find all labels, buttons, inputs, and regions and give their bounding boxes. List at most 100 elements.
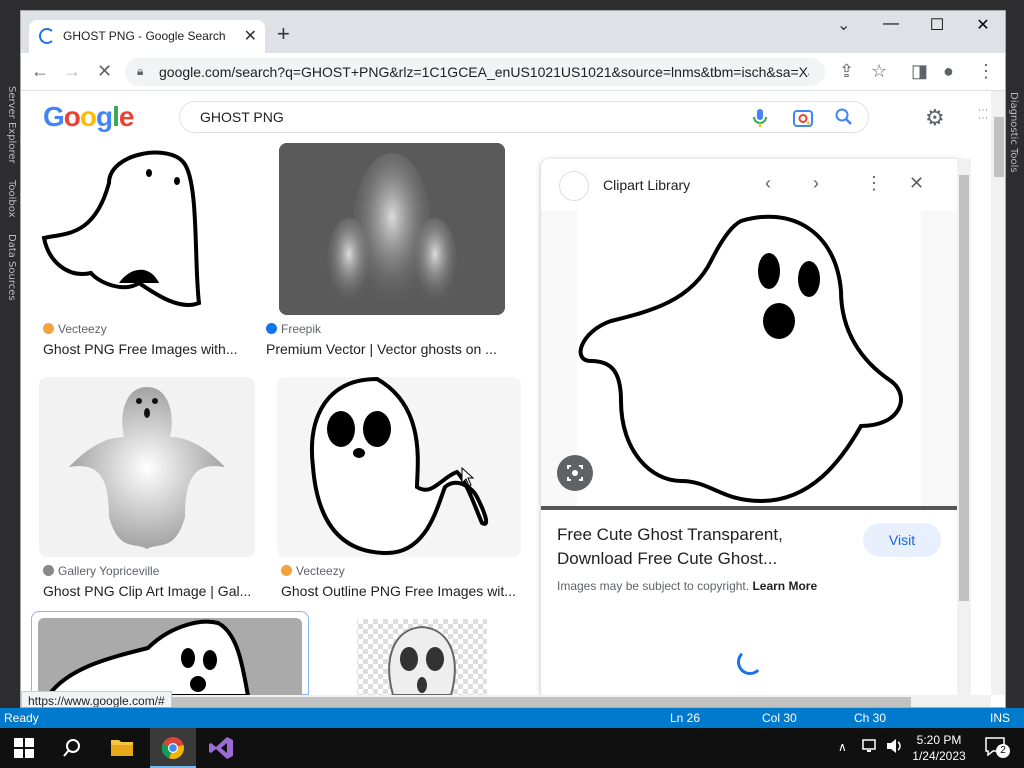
diagnostic-tools-tab[interactable]: Diagnostic Tools bbox=[1008, 92, 1019, 173]
close-window-button[interactable]: ✕ bbox=[965, 15, 1001, 35]
network-icon[interactable] bbox=[862, 738, 880, 759]
forward-arrow-icon[interactable]: → bbox=[63, 61, 81, 82]
loading-spinner-icon bbox=[39, 28, 55, 44]
result-source-4[interactable]: Vecteezy bbox=[281, 564, 345, 578]
line-number: Ln 26 bbox=[670, 711, 701, 725]
clock-time: 5:20 PM bbox=[916, 733, 962, 747]
stop-loading-icon[interactable]: ✕ bbox=[97, 61, 112, 82]
visual-studio-icon[interactable] bbox=[208, 736, 234, 765]
google-apps-icon[interactable]: ⋮⋮ bbox=[977, 105, 988, 121]
google-lens-icon[interactable] bbox=[792, 107, 814, 134]
browser-toolbar: ← → ✕ 🔒︎ google.com/search?q=GHOST+PNG&r… bbox=[21, 53, 1005, 91]
system-clock[interactable]: 5:20 PM 1/24/2023 bbox=[904, 732, 974, 764]
google-logo[interactable]: Google bbox=[43, 101, 134, 133]
result-image-3[interactable] bbox=[39, 377, 255, 557]
logo-letter: g bbox=[96, 101, 113, 132]
chrome-window: GHOST PNG - Google Search ✕ + ⌄ — ☐ ✕ ← … bbox=[20, 10, 1006, 708]
search-magnifier-icon[interactable] bbox=[834, 107, 854, 132]
next-arrow-icon[interactable]: › bbox=[813, 173, 819, 194]
ghost-outline-image bbox=[310, 377, 489, 556]
chrome-taskbar-button[interactable] bbox=[150, 728, 196, 768]
source-name: Gallery Yopriceville bbox=[58, 564, 160, 578]
volume-icon[interactable] bbox=[886, 738, 904, 759]
logo-letter: o bbox=[79, 101, 97, 132]
source-name: Vecteezy bbox=[58, 322, 107, 336]
search-input[interactable]: GHOST PNG bbox=[200, 109, 284, 125]
learn-more-link[interactable]: Learn More bbox=[752, 579, 817, 593]
google-header: Google GHOST PNG ⚙ ⋮⋮ bbox=[21, 91, 1005, 143]
tab-close-icon[interactable]: ✕ bbox=[244, 26, 257, 46]
windows-start-icon[interactable] bbox=[14, 738, 34, 763]
chrome-icon bbox=[161, 737, 184, 760]
result-image-4[interactable] bbox=[277, 377, 521, 557]
lens-search-button[interactable] bbox=[557, 455, 593, 491]
microphone-icon[interactable] bbox=[750, 107, 770, 134]
settings-gear-icon[interactable]: ⚙ bbox=[925, 105, 945, 131]
lock-icon[interactable]: 🔒︎ bbox=[137, 64, 143, 79]
result-image-5-selected[interactable] bbox=[31, 611, 309, 696]
toolbox-tab[interactable]: Toolbox bbox=[6, 180, 17, 218]
page-scrollbar-thumb[interactable] bbox=[994, 117, 1004, 177]
page-scrollbar[interactable] bbox=[991, 91, 1005, 695]
preview-image[interactable] bbox=[541, 211, 957, 507]
bookmark-star-icon[interactable]: ☆ bbox=[871, 61, 887, 82]
ide-right-toolstrip: Diagnostic Tools bbox=[1004, 12, 1024, 708]
search-icon[interactable] bbox=[62, 738, 82, 763]
column-number: Col 30 bbox=[762, 711, 797, 725]
side-panel-icon[interactable]: ◨ bbox=[911, 61, 928, 82]
profile-avatar-icon[interactable]: ● bbox=[943, 61, 954, 82]
minimize-button[interactable]: — bbox=[873, 15, 909, 33]
image-preview-panel: Clipart Library ‹ › ⋮ ✕ Free Cute Ghost … bbox=[541, 159, 965, 699]
lens-icon bbox=[567, 465, 583, 481]
url-text[interactable]: google.com/search?q=GHOST+PNG&rlz=1C1GCE… bbox=[159, 64, 809, 80]
logo-letter: o bbox=[63, 101, 81, 132]
search-box[interactable]: GHOST PNG bbox=[179, 101, 869, 133]
server-explorer-tab[interactable]: Server Explorer bbox=[6, 86, 17, 164]
source-name: Freepik bbox=[281, 322, 322, 336]
gallery-favicon-icon bbox=[43, 565, 54, 576]
maximize-button[interactable]: ☐ bbox=[919, 15, 955, 35]
char-number: Ch 30 bbox=[854, 711, 887, 725]
ghost-image bbox=[69, 387, 225, 549]
loading-spinner-icon bbox=[737, 649, 763, 675]
result-title-1[interactable]: Ghost PNG Free Images with... bbox=[43, 341, 238, 357]
visit-button[interactable]: Visit bbox=[863, 523, 941, 557]
result-title-3[interactable]: Ghost PNG Clip Art Image | Gal... bbox=[43, 583, 251, 599]
address-bar[interactable]: 🔒︎ google.com/search?q=GHOST+PNG&rlz=1C1… bbox=[125, 58, 825, 86]
panel-site-name[interactable]: Clipart Library bbox=[603, 177, 690, 193]
result-source-1[interactable]: Vecteezy bbox=[43, 322, 107, 336]
result-image-1[interactable] bbox=[39, 143, 245, 313]
result-source-3[interactable]: Gallery Yopriceville bbox=[43, 564, 159, 578]
result-title-2[interactable]: Premium Vector | Vector ghosts on ... bbox=[266, 341, 497, 357]
panel-scrollbar-thumb[interactable] bbox=[959, 175, 969, 601]
chrome-menu-icon[interactable]: ⋮ bbox=[977, 61, 995, 82]
more-options-icon[interactable]: ⋮ bbox=[865, 173, 883, 194]
ghosts-image bbox=[279, 143, 505, 315]
notification-count-badge: 2 bbox=[996, 744, 1010, 758]
site-favicon-icon bbox=[559, 171, 589, 201]
ready-status: Ready bbox=[4, 711, 39, 725]
tab-google-search[interactable]: GHOST PNG - Google Search ✕ bbox=[29, 20, 265, 53]
tray-chevron-icon[interactable]: ∧ bbox=[838, 740, 847, 754]
result-image-6[interactable] bbox=[323, 619, 521, 695]
preview-title[interactable]: Free Cute Ghost Transparent, Download Fr… bbox=[557, 523, 847, 571]
clock-date: 1/24/2023 bbox=[912, 749, 966, 763]
logo-letter: G bbox=[43, 101, 65, 132]
copyright-text: Images may be subject to copyright. bbox=[557, 579, 750, 593]
back-arrow-icon[interactable]: ← bbox=[31, 61, 49, 82]
result-image-2[interactable] bbox=[279, 143, 505, 315]
close-panel-icon[interactable]: ✕ bbox=[909, 173, 924, 194]
windows-taskbar: ∧ 5:20 PM 1/24/2023 2 bbox=[0, 728, 1024, 768]
ide-left-toolstrip: Server Explorer Toolbox Data Sources bbox=[0, 12, 20, 708]
tab-search-icon[interactable]: ⌄ bbox=[837, 15, 850, 35]
vecteezy-favicon-icon bbox=[43, 323, 54, 334]
data-sources-tab[interactable]: Data Sources bbox=[6, 234, 17, 301]
file-explorer-icon[interactable] bbox=[110, 736, 134, 763]
share-icon[interactable]: ⇪ bbox=[839, 61, 854, 82]
new-tab-button[interactable]: + bbox=[277, 21, 290, 47]
panel-scrollbar[interactable] bbox=[957, 159, 971, 695]
result-source-2[interactable]: Freepik bbox=[266, 322, 321, 336]
previous-arrow-icon[interactable]: ‹ bbox=[765, 173, 771, 194]
ghost-image bbox=[41, 150, 202, 307]
result-title-4[interactable]: Ghost Outline PNG Free Images wit... bbox=[281, 583, 516, 599]
